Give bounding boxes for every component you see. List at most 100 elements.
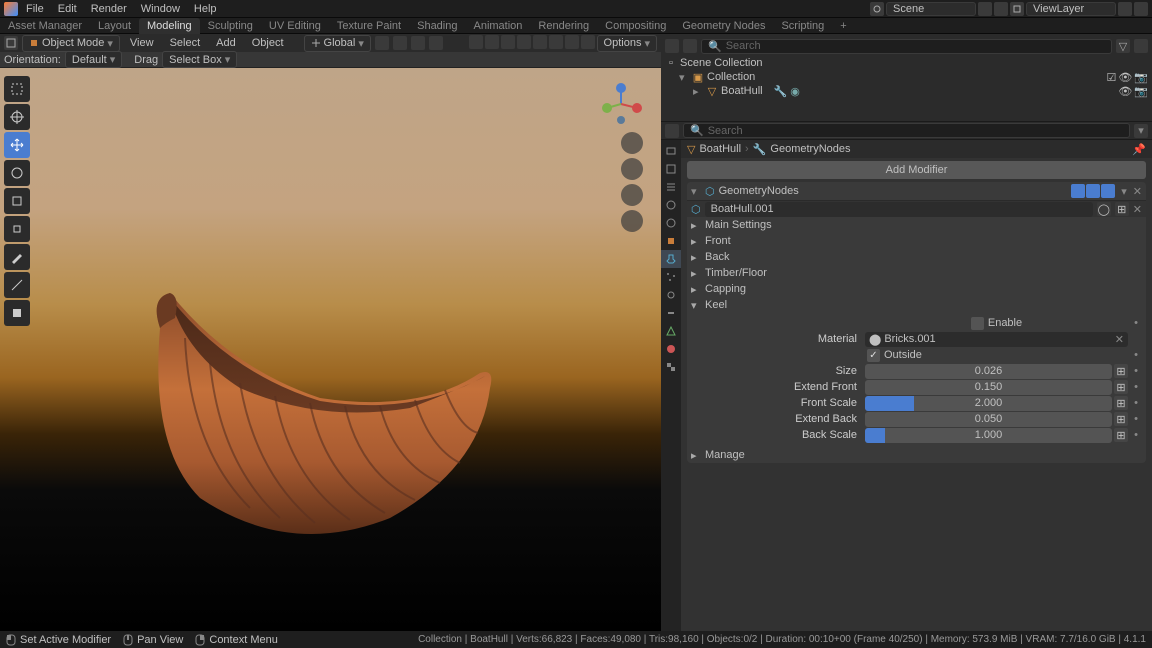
breadcrumb-object[interactable]: BoatHull (699, 143, 741, 155)
editor-type-icon[interactable] (4, 36, 18, 50)
ws-tab-geonodes[interactable]: Geometry Nodes (674, 18, 773, 34)
ws-tab-shading[interactable]: Shading (409, 18, 465, 34)
menu-window[interactable]: Window (135, 1, 186, 17)
vp-menu-object[interactable]: Object (246, 35, 290, 51)
outliner-search[interactable]: 🔍Search (701, 39, 1112, 54)
vp-menu-add[interactable]: Add (210, 35, 242, 51)
anim-dot-icon[interactable] (1130, 333, 1142, 345)
ws-tab-animation[interactable]: Animation (465, 18, 530, 34)
render-toggle-icon[interactable]: 📷 (1134, 71, 1148, 84)
node-group-unlink-icon[interactable]: ✕ (1133, 203, 1142, 216)
tab-material[interactable] (661, 340, 681, 358)
attribute-toggle-icon[interactable]: ⊞ (1114, 364, 1128, 378)
tool-rotate[interactable] (4, 160, 30, 186)
viewlayer-name-field[interactable]: ViewLayer (1026, 2, 1116, 16)
orientation-value-dropdown[interactable]: Default▾ (65, 51, 122, 68)
tab-modifiers[interactable] (661, 250, 681, 268)
gizmo-icon[interactable] (485, 35, 499, 49)
scene-new-icon[interactable] (978, 2, 992, 16)
mod-show-render-icon[interactable] (1101, 184, 1115, 198)
anim-dot-icon[interactable]: • (1130, 349, 1142, 361)
size-field[interactable]: 0.026 (865, 364, 1112, 379)
mod-show-realtime-icon[interactable] (1086, 184, 1100, 198)
chevron-right-icon[interactable]: ▸ (693, 85, 703, 98)
tab-viewlayer[interactable] (661, 178, 681, 196)
scene-browse-icon[interactable] (870, 2, 884, 16)
extend-back-field[interactable]: 0.050 (865, 412, 1112, 427)
nav-camera-icon[interactable] (621, 184, 643, 206)
tool-cursor[interactable] (4, 104, 30, 130)
modifier-header[interactable]: ▾ ⬡ GeometryNodes ▾ ✕ (687, 182, 1146, 200)
tool-measure[interactable] (4, 272, 30, 298)
exclude-toggle-icon[interactable]: ☑ (1106, 71, 1116, 84)
tab-output[interactable] (661, 160, 681, 178)
pin-icon[interactable]: 📌 (1132, 143, 1146, 156)
shading-render-icon[interactable] (581, 35, 595, 49)
viewport-canvas[interactable] (0, 68, 661, 631)
ws-tab-layout[interactable]: Layout (90, 18, 139, 34)
tab-data[interactable] (661, 322, 681, 340)
ws-tab-scripting[interactable]: Scripting (773, 18, 832, 34)
pivot-icon[interactable] (375, 36, 389, 50)
vp-menu-select[interactable]: Select (164, 35, 207, 51)
nav-zoom-icon[interactable] (621, 132, 643, 154)
tool-scale[interactable] (4, 188, 30, 214)
gpencil-icon[interactable] (469, 35, 483, 49)
tool-select-box[interactable] (4, 76, 30, 102)
shading-matprev-icon[interactable] (565, 35, 579, 49)
anim-dot-icon[interactable]: • (1130, 365, 1142, 377)
mod-extra-dropdown-icon[interactable]: ▾ (1121, 185, 1127, 198)
tab-constraints[interactable] (661, 304, 681, 322)
attribute-toggle-icon[interactable]: ⊞ (1114, 380, 1128, 394)
navigation-gizmo[interactable] (599, 82, 643, 126)
section-timber-floor[interactable]: ▸Timber/Floor (691, 265, 1142, 281)
anim-dot-icon[interactable]: • (1130, 413, 1142, 425)
tool-annotate[interactable] (4, 244, 30, 270)
tab-particles[interactable] (661, 268, 681, 286)
tree-object-boathull[interactable]: ▸ ▽ BoatHull 🔧 ◉ 👁📷 (665, 84, 1148, 98)
ws-tab-compositing[interactable]: Compositing (597, 18, 674, 34)
nav-pan-icon[interactable] (621, 158, 643, 180)
tool-transform[interactable] (4, 216, 30, 242)
render-toggle-icon[interactable]: 📷 (1134, 85, 1148, 98)
menu-edit[interactable]: Edit (52, 1, 83, 17)
outliner-new-collection-icon[interactable] (1134, 39, 1148, 53)
section-front[interactable]: ▸Front (691, 233, 1142, 249)
anim-dot-icon[interactable]: • (1130, 429, 1142, 441)
viewlayer-delete-icon[interactable] (1134, 2, 1148, 16)
overlay-icon[interactable] (501, 35, 515, 49)
ws-tab-sculpting[interactable]: Sculpting (200, 18, 261, 34)
xray-icon[interactable] (517, 35, 531, 49)
add-modifier-button[interactable]: Add Modifier (687, 161, 1146, 179)
material-clear-icon[interactable]: ✕ (1115, 333, 1124, 346)
ws-tab-modeling[interactable]: Modeling (139, 18, 200, 34)
mod-show-editmode-icon[interactable] (1071, 184, 1085, 198)
ws-tab-uv[interactable]: UV Editing (261, 18, 329, 34)
properties-editor-icon[interactable] (665, 124, 679, 138)
outliner-filter-icon[interactable]: ▽ (1116, 39, 1130, 53)
anim-dot-icon[interactable]: • (1130, 381, 1142, 393)
tab-physics[interactable] (661, 286, 681, 304)
ws-tab-asset-manager[interactable]: Asset Manager (0, 18, 90, 34)
menu-render[interactable]: Render (85, 1, 133, 17)
front-scale-field[interactable]: 2.000 (865, 396, 1112, 411)
scene-name-field[interactable]: Scene (886, 2, 976, 16)
mode-dropdown[interactable]: Object Mode▾ (22, 35, 120, 52)
section-manage[interactable]: ▸Manage (691, 447, 1142, 463)
tree-collection[interactable]: ▾ ▣ Collection ☑👁📷 (665, 70, 1148, 84)
menu-help[interactable]: Help (188, 1, 223, 17)
options-dropdown[interactable]: Options▾ (597, 35, 657, 52)
outliner-display-mode-icon[interactable] (683, 39, 697, 53)
attribute-toggle-icon[interactable]: ⊞ (1114, 428, 1128, 442)
transform-orientation-dropdown[interactable]: Global▾ (304, 35, 371, 52)
enable-checkbox[interactable] (971, 317, 984, 330)
properties-options-icon[interactable]: ▾ (1134, 124, 1148, 138)
extend-front-field[interactable]: 0.150 (865, 380, 1112, 395)
tab-object[interactable] (661, 232, 681, 250)
tab-scene[interactable] (661, 196, 681, 214)
shading-wire-icon[interactable] (533, 35, 547, 49)
anim-dot-icon[interactable]: • (1130, 317, 1142, 329)
tree-scene-collection[interactable]: ▫ Scene Collection (665, 56, 1148, 70)
mod-close-icon[interactable]: ✕ (1133, 185, 1142, 198)
viewlayer-new-icon[interactable] (1118, 2, 1132, 16)
